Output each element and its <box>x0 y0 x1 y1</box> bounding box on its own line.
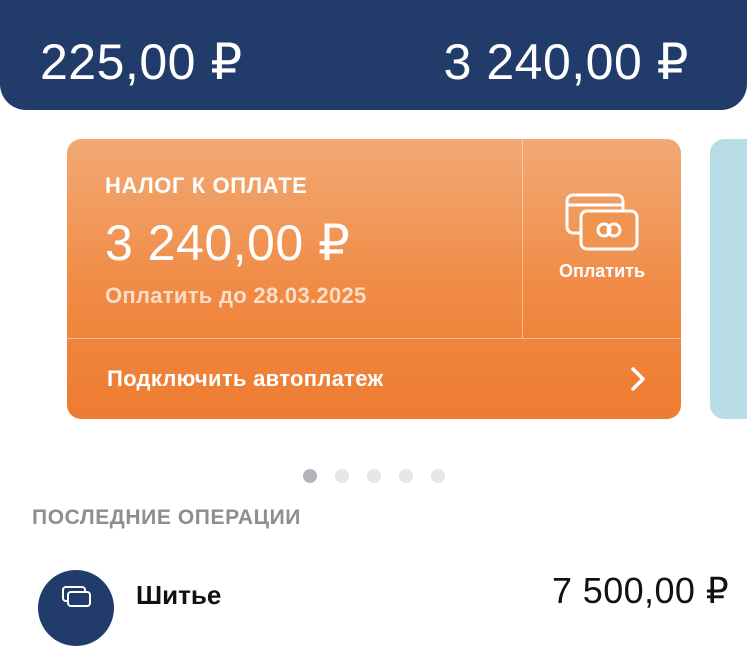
operation-name: Шитье <box>136 580 222 610</box>
header-amount-right: 3 240,00 ₽ <box>443 34 689 90</box>
pager-dot-1[interactable] <box>303 469 317 483</box>
pay-button-label: Оплатить <box>558 261 646 281</box>
operation-avatar <box>38 570 114 646</box>
pager-dot-3[interactable] <box>367 469 381 483</box>
header-amount-left: 225,00 ₽ <box>40 34 243 90</box>
tax-amount: 3 240,00 ₽ <box>105 215 351 271</box>
operation-row[interactable]: Шитье 7 500,00 ₽ <box>0 560 747 646</box>
pager-dot-4[interactable] <box>399 469 413 483</box>
autopay-link[interactable]: Подключить автоплатеж <box>67 339 681 419</box>
balance-header: ʼ ʼ ʼ ʼ 225,00 ₽ 3 240,00 ₽ <box>0 0 747 110</box>
pay-button[interactable]: Оплатить <box>523 139 681 338</box>
recent-operations-title: ПОСЛЕДНИЕ ОПЕРАЦИИ <box>32 506 301 529</box>
cards-icon <box>565 193 641 253</box>
header-clipped-text: ʼ ʼ ʼ ʼ <box>40 0 85 13</box>
tax-card[interactable]: НАЛОГ К ОПЛАТЕ 3 240,00 ₽ Оплатить до 28… <box>67 139 681 419</box>
tax-due-date: Оплатить до 28.03.2025 <box>105 283 367 308</box>
tax-label: НАЛОГ К ОПЛАТЕ <box>105 173 308 198</box>
receipt-icon <box>62 586 91 607</box>
next-card-peek[interactable] <box>710 139 747 419</box>
autopay-label: Подключить автоплатеж <box>107 366 384 391</box>
operation-amount: 7 500,00 ₽ <box>551 570 729 611</box>
chevron-right-icon <box>631 367 645 391</box>
pager-dot-2[interactable] <box>335 469 349 483</box>
pager-dot-5[interactable] <box>431 469 445 483</box>
